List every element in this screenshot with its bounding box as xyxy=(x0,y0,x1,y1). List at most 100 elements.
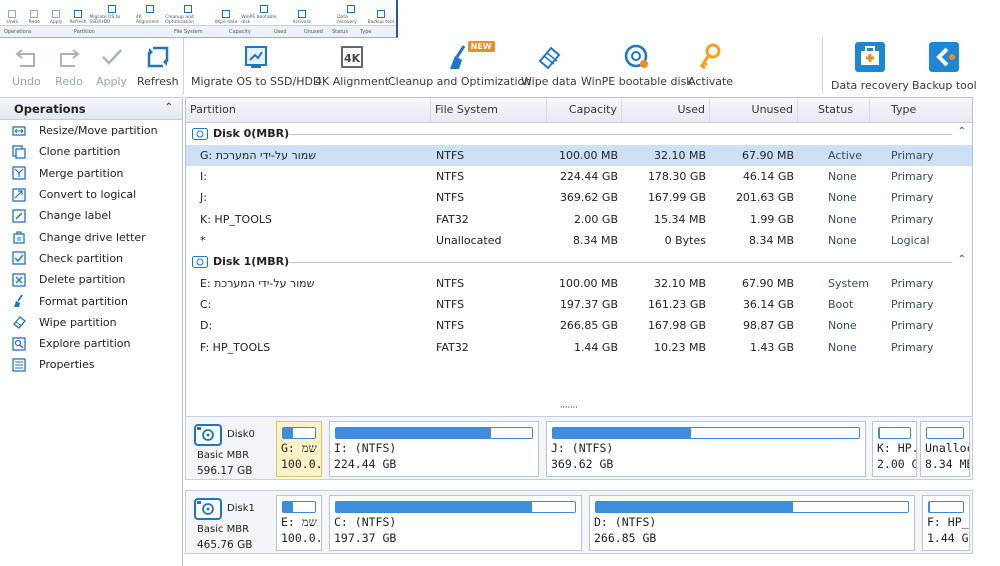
column-used[interactable]: Used xyxy=(622,98,710,122)
4k-alignment-button[interactable]: 4K 4K Alignment xyxy=(315,43,389,93)
table-row[interactable]: G: שמור על-ידי המערכת NTFS 100.00 MB 32.10 … xyxy=(186,145,972,167)
bg-cleanup-button[interactable]: Cleanup and Optimization xyxy=(165,5,210,25)
winpe-bootable-disk-button[interactable]: WinPE bootable disk xyxy=(581,43,693,93)
bg-refresh-button[interactable]: Refresh xyxy=(68,10,89,25)
partition-block[interactable]: C: (NTFS) 197.37 GB xyxy=(329,495,582,551)
column-partition[interactable]: Partition xyxy=(186,98,431,122)
operation-label[interactable]: Change label xyxy=(0,205,182,226)
operation-clone[interactable]: Clone partition xyxy=(0,141,182,162)
bg-undo-button[interactable]: Undo xyxy=(2,10,23,25)
operation-format[interactable]: Format partition xyxy=(0,290,182,311)
usage-bar xyxy=(282,427,316,439)
undo-icon xyxy=(12,43,40,71)
column-capacity[interactable]: Capacity xyxy=(547,98,622,122)
cell-status: None xyxy=(828,191,857,205)
cell-type: Primary xyxy=(891,191,934,205)
cell-type: Primary xyxy=(891,212,934,226)
table-row[interactable]: * Unallocated 8.34 MB 0 Bytes 8.34 MB None Log… xyxy=(186,230,972,251)
svg-text:4K: 4K xyxy=(344,52,361,65)
cell-capacity: 8.34 MB xyxy=(572,233,618,247)
operation-delete[interactable]: Delete partition xyxy=(0,269,182,290)
collapse-icon[interactable]: ⌃︎ xyxy=(165,102,173,113)
table-row[interactable]: F: HP_TOOLS FAT32 1.44 GB 10.23 MB 1.43 GB No… xyxy=(186,337,972,358)
table-row[interactable]: E: שמור על-ידי המערכת NTFS 100.00 MB 32.10 … xyxy=(186,273,972,294)
disk-icon xyxy=(192,255,208,271)
partition-block[interactable]: K: HP... 2.00 GB xyxy=(872,421,917,477)
operation-convert[interactable]: Convert to logical xyxy=(0,184,182,205)
cell-partition: D: xyxy=(200,319,213,333)
cell-capacity: 197.37 GB xyxy=(559,298,618,312)
winpe-label: WinPE bootable disk xyxy=(581,75,693,88)
usage-bar-fill xyxy=(283,502,294,512)
disk-group-header[interactable]: Disk 1(MBR) ⌃︎ xyxy=(186,251,972,273)
partition-block-label: C: (NTFS) xyxy=(334,515,397,529)
bg-winpe-button[interactable]: WinPE bootable disk xyxy=(241,5,286,25)
disk-info[interactable]: Disk0 Basic MBR 596.17 GB xyxy=(192,422,272,477)
wipe-data-button[interactable]: Wipe data xyxy=(521,43,577,93)
bg-apply-button[interactable]: Apply xyxy=(46,10,67,25)
table-row[interactable]: J: NTFS 369.62 GB 167.99 GB 201.63 GB None Pri… xyxy=(186,187,972,208)
redo-icon xyxy=(55,43,83,71)
bg-backup-button[interactable]: Backup tool xyxy=(367,10,395,25)
operation-drive-letter[interactable]: Change drive letter xyxy=(0,226,182,247)
operations-header: Operations ⌃︎ xyxy=(0,97,182,120)
collapse-icon[interactable]: ⌃︎ xyxy=(958,254,966,265)
collapse-icon[interactable]: ⌃︎ xyxy=(958,126,966,137)
refresh-button[interactable]: Refresh xyxy=(137,43,179,93)
operation-check[interactable]: Check partition xyxy=(0,248,182,269)
cleanup-button[interactable]: NEW Cleanup and Optimization xyxy=(388,41,531,93)
bg-migrate-button[interactable]: Migrate OS to SSD/HDD xyxy=(89,5,134,25)
column-file-system[interactable]: File System xyxy=(431,98,547,122)
disk-group-header[interactable]: Disk 0(MBR) ⌃︎ xyxy=(186,123,972,145)
disk-info[interactable]: Disk1 Basic MBR 465.76 GB xyxy=(192,496,272,551)
backup-tool-button[interactable]: Backup tool xyxy=(912,41,977,92)
cell-unused: 201.63 GB xyxy=(735,191,794,205)
data-recovery-button[interactable]: Data recovery xyxy=(831,41,909,92)
activate-button[interactable]: Activate xyxy=(688,43,733,93)
undo-button[interactable]: Undo xyxy=(12,43,41,93)
partition-block-size: 2.00 GB xyxy=(877,457,916,471)
operation-wipe[interactable]: Wipe partition xyxy=(0,312,182,333)
partition-block[interactable]: G: שמ 100.0.. xyxy=(276,421,322,477)
column-status[interactable]: Status xyxy=(798,98,870,122)
cell-type: Primary xyxy=(891,340,934,354)
table-row[interactable]: K: HP_TOOLS FAT32 2.00 GB 15.34 MB 1.99 GB No… xyxy=(186,209,972,230)
table-row[interactable]: D: NTFS 266.85 GB 167.98 GB 98.87 GB None Prim… xyxy=(186,315,972,336)
table-row[interactable]: I: NTFS 224.44 GB 178.30 GB 46.14 GB None Prim… xyxy=(186,166,972,187)
apply-button[interactable]: Apply xyxy=(96,43,127,93)
column-unused[interactable]: Unused xyxy=(710,98,798,122)
table-row[interactable]: C: NTFS 197.37 GB 161.23 GB 36.14 GB Boot Prim… xyxy=(186,294,972,315)
cell-unused: 98.87 GB xyxy=(742,319,794,333)
operation-resize[interactable]: Resize/Move partition xyxy=(0,120,182,141)
disc-icon xyxy=(623,43,651,71)
partition-block[interactable]: I: (NTFS) 224.44 GB xyxy=(329,421,539,477)
backup-tool-icon xyxy=(928,41,960,73)
background-window: Undo Redo Apply Refresh Migrate OS to SS… xyxy=(0,0,398,38)
operations-title: Operations xyxy=(14,101,86,116)
cell-capacity: 2.00 GB xyxy=(573,212,618,226)
operation-explore[interactable]: Explore partition xyxy=(0,333,182,354)
splitter-handle[interactable]: ,,,,,,, xyxy=(560,400,578,409)
partition-block-size: 369.62 GB xyxy=(551,457,614,471)
partition-block[interactable]: E: שמ 100.0.. xyxy=(276,495,322,551)
bg-activate-button[interactable]: Activate xyxy=(288,10,316,25)
partition-block[interactable]: Unalloca... 8.34 MB xyxy=(920,421,970,477)
partition-block-size: 197.37 GB xyxy=(334,531,397,545)
partition-block[interactable]: J: (NTFS) 369.62 GB xyxy=(546,421,866,477)
bg-wipe-button[interactable]: Wipe data xyxy=(212,10,240,25)
partition-block[interactable]: D: (NTFS) 266.85 GB xyxy=(589,495,915,551)
bg-align-button[interactable]: 4K Alignment xyxy=(136,5,164,25)
cell-type: Primary xyxy=(891,170,934,184)
operation-merge[interactable]: Merge partition xyxy=(0,163,182,184)
column-type[interactable]: Type xyxy=(870,98,973,122)
partition-block[interactable]: F: HP_... 1.44 GB xyxy=(922,495,970,551)
redo-button[interactable]: Redo xyxy=(55,43,83,93)
operation-properties[interactable]: Properties xyxy=(0,354,182,375)
convert-icon xyxy=(12,187,26,202)
check-icon xyxy=(12,251,26,266)
key-icon xyxy=(697,43,725,71)
bg-redo-button[interactable]: Redo xyxy=(24,10,45,25)
merge-icon xyxy=(12,166,26,180)
bg-data-recovery-button[interactable]: Data recovery xyxy=(337,5,365,25)
migrate-os-button[interactable]: Migrate OS to SSD/HDD xyxy=(191,43,321,93)
